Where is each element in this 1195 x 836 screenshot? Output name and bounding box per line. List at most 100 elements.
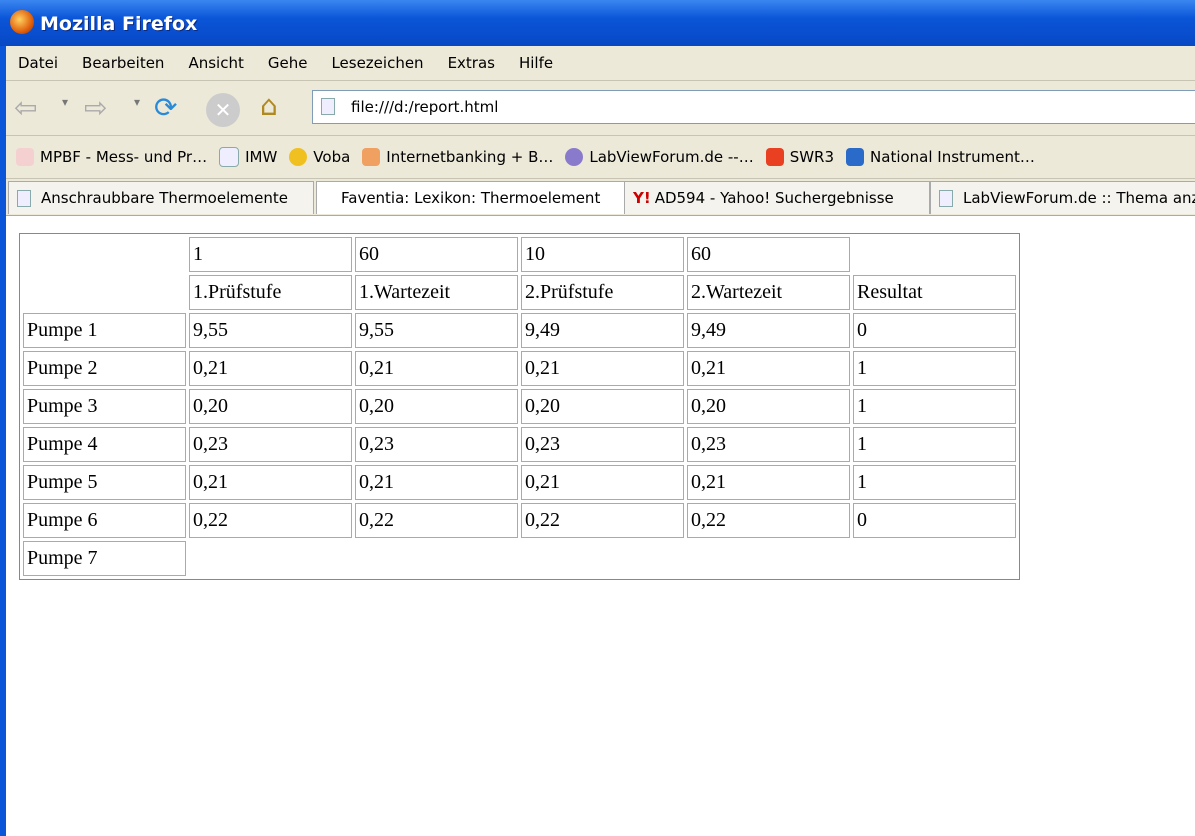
table-row: 1.Prüfstufe 1.Wartezeit 2.Prüfstufe 2.Warte… bbox=[23, 275, 1016, 310]
table-cell bbox=[521, 541, 684, 576]
table-cell: 1 bbox=[853, 351, 1016, 386]
table-row: Pumpe 1 9,55 9,55 9,49 9,49 0 bbox=[23, 313, 1016, 348]
bookmark-label: LabViewForum.de --… bbox=[589, 148, 754, 166]
table-cell: 0,23 bbox=[355, 427, 518, 462]
table-cell: 0,23 bbox=[189, 427, 352, 462]
reload-icon[interactable]: ⟳ bbox=[154, 91, 177, 124]
table-cell: 0 bbox=[853, 503, 1016, 538]
stop-icon[interactable]: ✕ bbox=[206, 93, 240, 127]
yahoo-icon: Y! bbox=[633, 189, 651, 207]
menu-datei[interactable]: Datei bbox=[18, 54, 58, 72]
firefox-logo-icon bbox=[10, 10, 34, 34]
table-cell: 0,21 bbox=[189, 465, 352, 500]
browser-chrome: Datei Bearbeiten Ansicht Gehe Lesezeiche… bbox=[6, 46, 1195, 216]
table-cell bbox=[23, 237, 186, 272]
tab-label: Anschraubbare Thermoelemente bbox=[41, 189, 288, 207]
menu-hilfe[interactable]: Hilfe bbox=[519, 54, 553, 72]
internetbanking-icon bbox=[362, 148, 381, 166]
tab-faventia[interactable]: Faventia: Lexikon: Thermoelement bbox=[316, 181, 638, 214]
table-cell: 9,55 bbox=[189, 313, 352, 348]
tab-bar: Anschraubbare Thermoelemente Faventia: L… bbox=[6, 179, 1195, 216]
table-cell: 10 bbox=[521, 237, 684, 272]
bookmark-national-instruments[interactable]: National Instrument… bbox=[846, 148, 1035, 166]
table-cell: 0,22 bbox=[355, 503, 518, 538]
bookmark-label: MPBF - Mess- und Pr… bbox=[40, 148, 208, 166]
page-icon bbox=[17, 189, 31, 207]
table-cell: 0,23 bbox=[521, 427, 684, 462]
table-cell bbox=[355, 541, 518, 576]
url-text[interactable]: file:///d:/report.html bbox=[351, 98, 498, 116]
table-cell: Pumpe 2 bbox=[23, 351, 186, 386]
back-arrow-icon[interactable]: ⇦ bbox=[14, 91, 37, 124]
table-cell: Pumpe 5 bbox=[23, 465, 186, 500]
table-cell: 0,21 bbox=[355, 351, 518, 386]
bookmark-label: National Instrument… bbox=[870, 148, 1035, 166]
report-table: 1 60 10 60 1.Prüfstufe 1.Wartezeit 2.Prüfstufe… bbox=[19, 233, 1020, 580]
table-cell: Pumpe 3 bbox=[23, 389, 186, 424]
url-bar[interactable]: file:///d:/report.html bbox=[312, 90, 1195, 124]
table-cell: 2.Prüfstufe bbox=[521, 275, 684, 310]
home-icon[interactable]: ⌂ bbox=[260, 89, 278, 122]
menu-bearbeiten[interactable]: Bearbeiten bbox=[82, 54, 164, 72]
back-dropdown-icon[interactable]: ▾ bbox=[62, 95, 68, 109]
menu-extras[interactable]: Extras bbox=[448, 54, 495, 72]
table-cell: 1.Wartezeit bbox=[355, 275, 518, 310]
tab-labviewforum[interactable]: LabViewForum.de :: Thema anz bbox=[930, 181, 1195, 214]
menu-lesezeichen[interactable]: Lesezeichen bbox=[331, 54, 423, 72]
table-row: Pumpe 3 0,20 0,20 0,20 0,20 1 bbox=[23, 389, 1016, 424]
tab-label: Faventia: Lexikon: Thermoelement bbox=[341, 189, 601, 207]
menu-gehe[interactable]: Gehe bbox=[268, 54, 308, 72]
tab-label: AD594 - Yahoo! Suchergebnisse bbox=[654, 189, 894, 207]
table-cell: 0,21 bbox=[189, 351, 352, 386]
table-cell: 0,22 bbox=[189, 503, 352, 538]
bookmark-mpbf[interactable]: MPBF - Mess- und Pr… bbox=[16, 148, 207, 166]
table-cell: 0,22 bbox=[687, 503, 850, 538]
table-cell: 1 bbox=[853, 389, 1016, 424]
table-cell: 0,20 bbox=[687, 389, 850, 424]
title-bar: Mozilla Firefox bbox=[0, 0, 1195, 46]
table-row: Pumpe 6 0,22 0,22 0,22 0,22 0 bbox=[23, 503, 1016, 538]
tab-anschraubbare[interactable]: Anschraubbare Thermoelemente bbox=[8, 181, 314, 214]
table-cell: 0,21 bbox=[687, 351, 850, 386]
menu-ansicht[interactable]: Ansicht bbox=[188, 54, 243, 72]
ni-icon bbox=[846, 148, 865, 166]
table-row: 1 60 10 60 bbox=[23, 237, 1016, 272]
bookmark-labviewforum[interactable]: LabViewForum.de --… bbox=[565, 148, 754, 166]
forward-arrow-icon[interactable]: ⇨ bbox=[84, 91, 107, 124]
table-cell: 1 bbox=[853, 427, 1016, 462]
table-cell: 0,21 bbox=[687, 465, 850, 500]
tab-yahoo[interactable]: Y! AD594 - Yahoo! Suchergebnisse bbox=[624, 181, 930, 214]
table-cell: 9,49 bbox=[687, 313, 850, 348]
bookmarks-toolbar: MPBF - Mess- und Pr… IMW Voba Internetba… bbox=[6, 136, 1195, 179]
bookmark-voba[interactable]: Voba bbox=[289, 148, 350, 166]
table-cell: 0,20 bbox=[189, 389, 352, 424]
page-icon bbox=[939, 189, 953, 207]
table-cell: 1.Prüfstufe bbox=[189, 275, 352, 310]
table-cell: 0,21 bbox=[521, 351, 684, 386]
table-cell bbox=[687, 541, 850, 576]
bookmark-swr3[interactable]: SWR3 bbox=[765, 148, 835, 166]
table-cell: 60 bbox=[687, 237, 850, 272]
bank-icon bbox=[289, 148, 308, 166]
table-cell: 9,55 bbox=[355, 313, 518, 348]
table-cell: 1 bbox=[853, 465, 1016, 500]
table-cell: 0,23 bbox=[687, 427, 850, 462]
table-row: Pumpe 4 0,23 0,23 0,23 0,23 1 bbox=[23, 427, 1016, 462]
bookmark-imw[interactable]: IMW bbox=[219, 147, 277, 167]
bookmark-label: Voba bbox=[313, 148, 351, 166]
page-content: 1 60 10 60 1.Prüfstufe 1.Wartezeit 2.Prüfstufe… bbox=[6, 225, 1195, 836]
table-cell: 0,20 bbox=[355, 389, 518, 424]
table-cell: Pumpe 6 bbox=[23, 503, 186, 538]
table-cell: 2.Wartezeit bbox=[687, 275, 850, 310]
table-cell bbox=[189, 541, 352, 576]
table-cell: 60 bbox=[355, 237, 518, 272]
forward-dropdown-icon[interactable]: ▾ bbox=[134, 95, 140, 109]
table-cell bbox=[853, 237, 1016, 272]
table-cell: 0,21 bbox=[355, 465, 518, 500]
table-cell: 0 bbox=[853, 313, 1016, 348]
navigation-toolbar: ⇦ ▾ ⇨ ▾ ⟳ ✕ ⌂ file:///d:/report.html bbox=[6, 81, 1195, 136]
table-cell: 1 bbox=[189, 237, 352, 272]
bookmark-internetbanking[interactable]: Internetbanking + B… bbox=[362, 148, 553, 166]
table-cell: 9,49 bbox=[521, 313, 684, 348]
bookmark-label: SWR3 bbox=[789, 148, 835, 166]
